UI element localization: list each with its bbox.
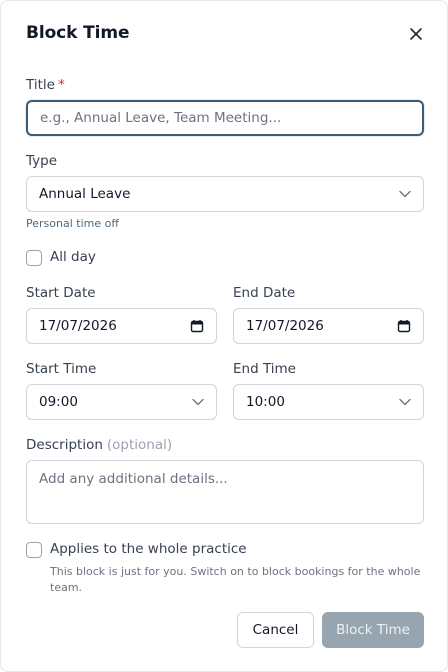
chevron-down-icon [399, 190, 411, 198]
description-textarea[interactable]: Add any additional details... [26, 460, 424, 524]
type-hint: Personal time off [26, 217, 119, 230]
calendar-icon[interactable] [397, 319, 411, 333]
end-time-select[interactable]: 10:00 [233, 384, 424, 420]
dialog-title: Block Time [26, 23, 130, 43]
whole-practice-checkbox[interactable] [26, 542, 42, 558]
end-date-value: 17/07/2026 [246, 318, 324, 334]
block-time-button[interactable]: Block Time [322, 612, 424, 648]
start-time-label: Start Time [26, 361, 97, 377]
type-select[interactable]: Annual Leave [26, 176, 424, 212]
end-date-label: End Date [233, 285, 296, 301]
title-label: Title * [26, 77, 65, 93]
start-date-label: Start Date [26, 285, 96, 301]
close-icon [410, 28, 422, 40]
all-day-checkbox[interactable] [26, 250, 42, 266]
calendar-icon[interactable] [190, 319, 204, 333]
type-label: Type [26, 153, 58, 169]
close-button[interactable] [405, 23, 427, 45]
description-label: Description (optional) [26, 437, 172, 453]
title-placeholder: e.g., Annual Leave, Team Meeting... [40, 110, 282, 126]
description-label-text: Description [26, 437, 103, 453]
chevron-down-icon [399, 398, 411, 406]
all-day-label: All day [50, 249, 96, 265]
description-placeholder: Add any additional details... [39, 471, 228, 487]
start-time-select[interactable]: 09:00 [26, 384, 217, 420]
optional-tag: (optional) [106, 437, 173, 453]
title-input[interactable]: e.g., Annual Leave, Team Meeting... [26, 100, 424, 136]
end-time-label: End Time [233, 361, 296, 377]
whole-practice-label: Applies to the whole practice [50, 541, 247, 557]
chevron-down-icon [192, 398, 204, 406]
start-date-value: 17/07/2026 [39, 318, 117, 334]
title-label-text: Title [26, 77, 55, 93]
block-time-dialog: Block Time Title * e.g., Annual Leave, Te… [0, 0, 448, 672]
required-mark: * [57, 77, 65, 93]
end-time-value: 10:00 [246, 394, 285, 410]
end-date-input[interactable]: 17/07/2026 [233, 308, 424, 344]
cancel-button[interactable]: Cancel [237, 612, 314, 648]
start-date-input[interactable]: 17/07/2026 [26, 308, 217, 344]
start-time-value: 09:00 [39, 394, 78, 410]
whole-practice-helper: This block is just for you. Switch on to… [50, 565, 421, 594]
type-value: Annual Leave [39, 186, 131, 202]
